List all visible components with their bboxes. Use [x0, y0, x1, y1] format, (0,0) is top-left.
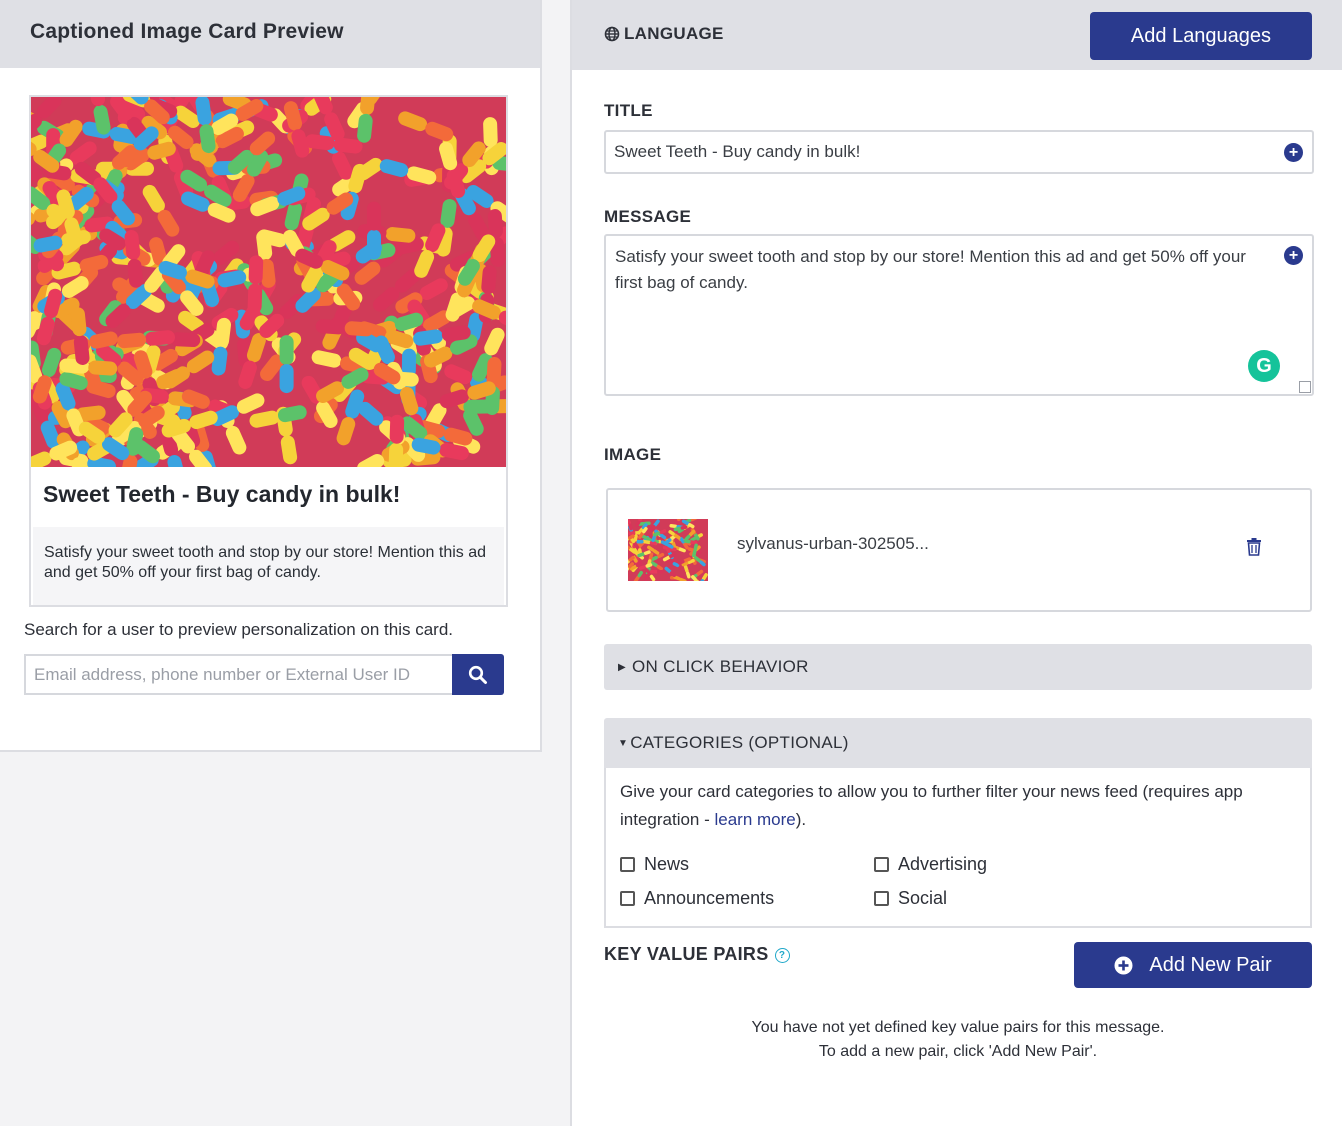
category-label: Social	[898, 888, 948, 908]
language-header: LANGUAGE Add Languages	[572, 0, 1342, 70]
language-label-row: LANGUAGE	[604, 24, 724, 44]
categories-accordion[interactable]: ▼ CATEGORIES (OPTIONAL)	[604, 718, 1312, 768]
caret-down-icon: ▼	[618, 737, 629, 749]
category-announcements[interactable]: Announcements	[620, 888, 774, 909]
card-body: Satisfy your sweet tooth and stop by our…	[33, 527, 504, 605]
image-label: IMAGE	[604, 445, 662, 464]
category-social[interactable]: Social	[874, 888, 947, 909]
key-value-label-row: KEY VALUE PAIRS?	[604, 944, 790, 965]
caret-right-icon: ▶	[618, 661, 626, 673]
search-button[interactable]	[452, 654, 504, 695]
on-click-label: ON CLICK BEHAVIOR	[632, 657, 809, 676]
checkbox[interactable]	[620, 857, 635, 872]
user-search-input[interactable]	[24, 654, 452, 695]
title-label: TITLE	[604, 101, 653, 120]
image-thumbnail	[628, 519, 708, 581]
empty-line-2: To add a new pair, click 'Add New Pair'.	[818, 1043, 1098, 1060]
trash-icon[interactable]	[1246, 538, 1262, 556]
categories-label: CATEGORIES (OPTIONAL)	[630, 733, 849, 752]
preview-header-title: Captioned Image Card Preview	[0, 0, 540, 68]
on-click-header[interactable]: ▶ ON CLICK BEHAVIOR	[604, 644, 1312, 690]
key-value-empty-message: You have not yet defined key value pairs…	[604, 1016, 1312, 1064]
checkbox[interactable]	[620, 891, 635, 906]
title-input[interactable]: Sweet Teeth - Buy candy in bulk! +	[604, 130, 1314, 174]
categories-description: Give your card categories to allow you t…	[620, 778, 1296, 834]
categories-description-end: ).	[795, 810, 807, 829]
categories-body: Give your card categories to allow you t…	[604, 768, 1312, 928]
language-label: LANGUAGE	[624, 24, 724, 43]
preview-panel: Captioned Image Card Preview Sweet Teeth…	[0, 0, 542, 752]
on-click-accordion[interactable]: ▶ ON CLICK BEHAVIOR	[604, 644, 1312, 690]
globe-icon	[604, 26, 620, 42]
key-value-label: KEY VALUE PAIRS	[604, 944, 769, 964]
preview-pane: Captioned Image Card Preview Sweet Teeth…	[0, 0, 570, 1126]
learn-more-link[interactable]: learn more	[715, 810, 796, 829]
grammarly-icon[interactable]: G	[1248, 350, 1280, 382]
help-icon[interactable]: ?	[774, 948, 790, 963]
resize-handle[interactable]	[1299, 381, 1311, 393]
message-value: Satisfy your sweet tooth and stop by our…	[615, 247, 1246, 292]
empty-line-1: You have not yet defined key value pairs…	[751, 1019, 1165, 1036]
category-label: Advertising	[898, 854, 988, 874]
category-label: News	[644, 854, 690, 874]
card-title: Sweet Teeth - Buy candy in bulk!	[43, 481, 401, 507]
card-image	[31, 97, 506, 467]
card-preview: Sweet Teeth - Buy candy in bulk! Satisfy…	[29, 95, 508, 607]
add-personalization-icon[interactable]: +	[1284, 143, 1303, 162]
candy-image	[31, 97, 506, 467]
editor-pane: LANGUAGE Add Languages TITLE Sweet Teeth…	[570, 0, 1342, 1126]
categories-description-text: Give your card categories to allow you t…	[620, 782, 1243, 829]
search-label: Search for a user to preview personaliza…	[24, 620, 454, 639]
candy-thumbnail	[628, 519, 708, 581]
category-label: Announcements	[644, 888, 775, 908]
add-personalization-icon[interactable]: +	[1284, 246, 1303, 265]
add-new-pair-button[interactable]: Add New Pair	[1074, 942, 1312, 988]
checkbox[interactable]	[874, 891, 889, 906]
category-advertising[interactable]: Advertising	[874, 854, 987, 875]
plus-circle-icon	[1114, 956, 1133, 974]
message-label: MESSAGE	[604, 207, 692, 226]
category-news[interactable]: News	[620, 854, 689, 875]
categories-header[interactable]: ▼ CATEGORIES (OPTIONAL)	[604, 718, 1312, 768]
title-value: Sweet Teeth - Buy candy in bulk!	[614, 142, 861, 161]
message-textarea[interactable]: Satisfy your sweet tooth and stop by our…	[604, 234, 1314, 396]
search-icon	[468, 665, 487, 684]
add-new-pair-label: Add New Pair	[1149, 953, 1272, 976]
checkbox[interactable]	[874, 857, 889, 872]
image-file-name: sylvanus-urban-302505...	[737, 534, 929, 553]
add-languages-button[interactable]: Add Languages	[1090, 12, 1312, 60]
image-upload-box: sylvanus-urban-302505...	[606, 488, 1312, 612]
